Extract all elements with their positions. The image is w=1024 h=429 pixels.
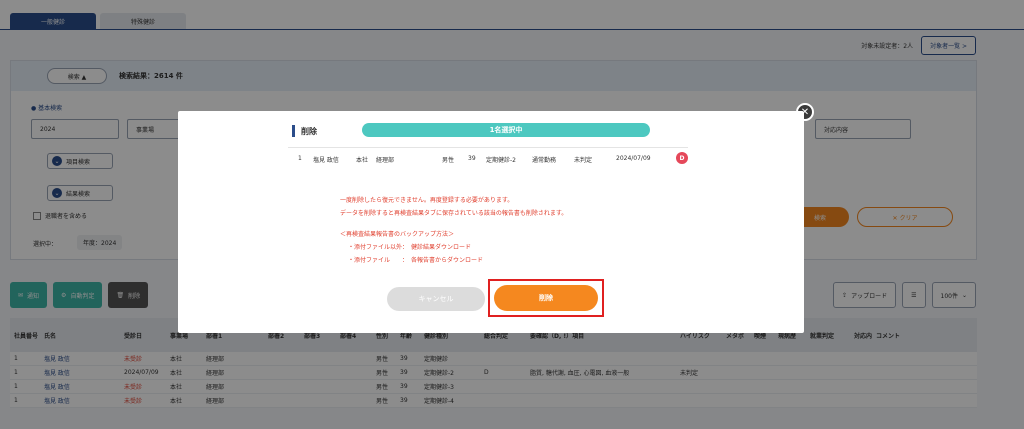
row-name: 塩見 政信 <box>313 157 339 164</box>
warning-line-1: 一度削除したら復元できません。再度登録する必要があります。 <box>340 197 514 204</box>
delete-modal: 削除 1名選択中 1 塩見 政信 本社 経理部 男性 39 定期健診-2 通常勤… <box>178 111 804 333</box>
warning-line-2: データを削除すると再検査結果タブに保存されている該当の報告書も削除されます。 <box>340 210 568 217</box>
row-office: 本社 <box>356 157 369 164</box>
judgement-d-badge: D <box>676 152 688 164</box>
row-dept: 経理部 <box>376 157 395 164</box>
row-exam-date: 2024/07/09 <box>616 155 651 162</box>
row-gender: 男性 <box>442 157 455 164</box>
selection-count-badge: 1名選択中 <box>362 123 650 137</box>
backup-line-2: ・添付ファイル ： 各報告書からダウンロード <box>348 257 484 264</box>
row-work-status: 通常勤務 <box>532 157 557 164</box>
confirm-delete-button[interactable]: 削除 <box>494 285 598 311</box>
modal-divider <box>288 147 688 148</box>
row-employee-no: 1 <box>298 155 302 162</box>
row-exam-type: 定期健診-2 <box>486 157 516 164</box>
backup-title: ＜再検査結果報告書のバックアップ方法＞ <box>340 231 455 238</box>
cancel-button[interactable]: キャンセル <box>387 287 485 311</box>
row-judgement: 未判定 <box>574 157 593 164</box>
backup-line-1: ・添付ファイル以外： 健診結果ダウンロード <box>348 244 472 251</box>
row-age: 39 <box>468 155 476 162</box>
modal-title: 削除 <box>292 125 317 137</box>
